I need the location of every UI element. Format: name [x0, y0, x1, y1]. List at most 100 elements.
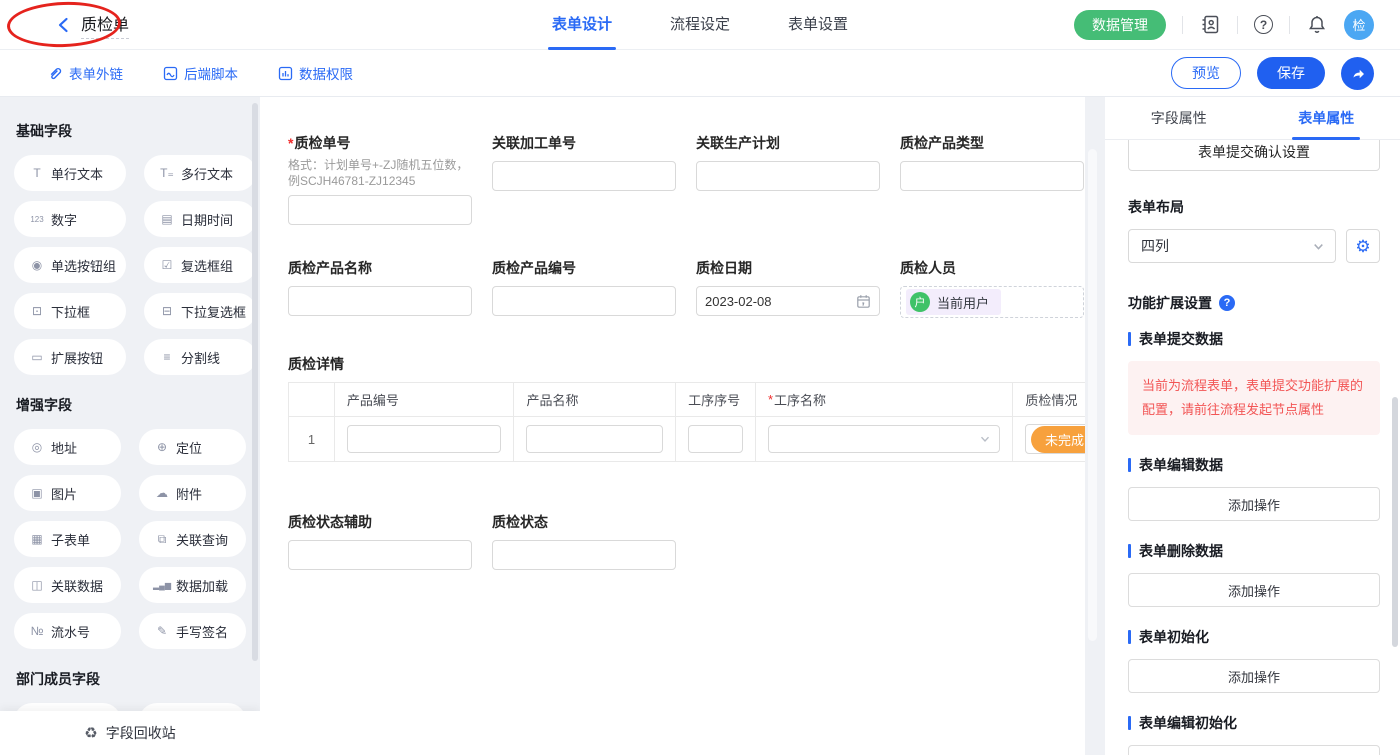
add-operation-button[interactable]: 添加操作	[1128, 573, 1380, 607]
inspect-status-cell[interactable]: 未完成	[1025, 424, 1085, 454]
field-item-single-line-text[interactable]: T单行文本	[14, 155, 126, 191]
column-header-product-no: 产品编号	[335, 383, 515, 417]
product-no-input[interactable]	[492, 286, 676, 316]
field-inspect-detail-subform[interactable]: 质检详情 产品编号 产品名称 工序序号 *工序名称 质检情况 1	[288, 354, 1085, 462]
properties-panel: 字段属性 表单属性 表单提交确认设置 表单布局 四列 ⚙	[1105, 97, 1400, 755]
serial-number-icon: №	[28, 624, 46, 638]
user-avatar[interactable]: 检	[1344, 10, 1374, 40]
help-icon[interactable]: ?	[1254, 15, 1273, 34]
field-item-address[interactable]: ◎地址	[14, 429, 121, 465]
field-item-attachment[interactable]: ☁附件	[139, 475, 246, 511]
field-process-order[interactable]: 关联加工单号	[492, 133, 676, 225]
field-item-datetime[interactable]: ▤日期时间	[144, 201, 256, 237]
tab-form-design[interactable]: 表单设计	[552, 0, 612, 50]
section-marker	[1128, 332, 1131, 346]
inspect-no-input[interactable]	[288, 195, 472, 225]
field-status[interactable]: 质检状态	[492, 512, 676, 570]
field-item-number[interactable]: 123数字	[14, 201, 126, 237]
field-product-name[interactable]: 质检产品名称	[288, 258, 472, 318]
section-form-init: 表单初始化 添加操作	[1128, 627, 1380, 693]
layout-settings-button[interactable]: ⚙	[1346, 229, 1380, 263]
contacts-book-icon[interactable]	[1199, 14, 1221, 36]
image-icon: ▣	[28, 486, 46, 500]
field-product-type[interactable]: 质检产品类型	[900, 133, 1084, 225]
field-production-plan[interactable]: 关联生产计划	[696, 133, 880, 225]
product-name-input[interactable]	[288, 286, 472, 316]
help-badge-icon[interactable]: ?	[1219, 295, 1235, 311]
production-plan-input[interactable]	[696, 161, 880, 191]
share-button[interactable]	[1341, 57, 1374, 90]
backend-script-link[interactable]: 后端脚本	[163, 63, 238, 83]
status-aux-input[interactable]	[288, 540, 472, 570]
data-permission-link[interactable]: 数据权限	[278, 63, 353, 83]
process-seq-cell-input[interactable]	[688, 425, 743, 453]
field-status-aux[interactable]: 质检状态辅助	[288, 512, 472, 570]
field-item-geolocation[interactable]: ⊕定位	[139, 429, 246, 465]
tab-form-properties[interactable]: 表单属性	[1298, 97, 1354, 140]
field-item-extend-button[interactable]: ▭扩展按钮	[14, 339, 126, 375]
product-type-input[interactable]	[900, 161, 1084, 191]
layout-select[interactable]: 四列	[1128, 229, 1336, 263]
flow-form-warning: 当前为流程表单，表单提交功能扩展的配置，请前往流程发起节点属性	[1128, 361, 1380, 435]
data-manage-button[interactable]: 数据管理	[1074, 10, 1166, 40]
field-item-checkbox-group[interactable]: ☑复选框组	[144, 247, 256, 283]
process-order-input[interactable]	[492, 161, 676, 191]
field-item-data-load[interactable]: ▂▄▆数据加载	[139, 567, 246, 603]
column-header-process-name: *工序名称	[756, 383, 1013, 417]
status-input[interactable]	[492, 540, 676, 570]
field-library-sidebar: 基础字段 T单行文本 T₌多行文本 123数字 ▤日期时间 ◉单选按钮组 ☑复选…	[0, 97, 260, 755]
field-item-multi-dropdown[interactable]: ⊟下拉复选框	[144, 293, 256, 329]
submit-confirm-settings-button[interactable]: 表单提交确认设置	[1128, 140, 1380, 171]
tab-form-setting[interactable]: 表单设置	[788, 0, 848, 50]
field-item-serial-number[interactable]: №流水号	[14, 613, 121, 649]
field-item-linked-query[interactable]: ⧉关联查询	[139, 521, 246, 557]
inspect-date-input[interactable]: 2023-02-08	[696, 286, 880, 316]
field-item-dropdown[interactable]: ⊡下拉框	[14, 293, 126, 329]
user-tag-avatar: 户	[910, 292, 930, 312]
app-header: 质检单 表单设计 流程设定 表单设置 数据管理 ?	[0, 0, 1400, 50]
back-button[interactable]: 质检单	[56, 11, 129, 39]
section-form-delete-data: 表单删除数据 添加操作	[1128, 541, 1380, 607]
field-inspect-no[interactable]: *质检单号 格式：计划单号+-ZJ随机五位数，例SCJH46781-ZJ1234…	[288, 133, 472, 225]
pen-icon: ✎	[153, 624, 171, 638]
section-form-edit-data: 表单编辑数据 添加操作	[1128, 455, 1380, 521]
sidebar-scrollbar[interactable]	[252, 103, 258, 661]
field-recycle-bin[interactable]: ♻ 字段回收站	[0, 711, 260, 755]
row-index: 1	[289, 417, 335, 461]
tab-flow-setting[interactable]: 流程设定	[670, 0, 730, 50]
extension-settings-title: 功能扩展设置 ?	[1128, 293, 1380, 313]
multi-dropdown-icon: ⊟	[158, 304, 176, 318]
share-arrow-icon	[1350, 65, 1366, 81]
field-item-signature[interactable]: ✎手写签名	[139, 613, 246, 649]
field-inspect-date[interactable]: 质检日期 2023-02-08	[696, 258, 880, 318]
field-item-divider[interactable]: ≡分割线	[144, 339, 256, 375]
field-item-linked-data[interactable]: ◫关联数据	[14, 567, 121, 603]
add-operation-button[interactable]: 添加操作	[1128, 487, 1380, 521]
divider	[1289, 16, 1290, 34]
preview-button[interactable]: 预览	[1171, 57, 1241, 89]
add-operation-button[interactable]: 添加操作	[1128, 745, 1380, 755]
section-marker	[1128, 544, 1131, 558]
section-marker	[1128, 630, 1131, 644]
form-external-link[interactable]: 表单外链	[48, 63, 123, 83]
secondary-toolbar: 表单外链 后端脚本 数据权限 预览 保存	[0, 50, 1400, 97]
section-marker	[1128, 458, 1131, 472]
product-name-cell-input[interactable]	[526, 425, 663, 453]
notifications-bell-icon[interactable]	[1306, 14, 1328, 36]
panel-scrollbar[interactable]	[1392, 397, 1398, 647]
add-operation-button[interactable]: 添加操作	[1128, 659, 1380, 693]
subform-row: 1	[289, 417, 1085, 461]
field-product-no[interactable]: 质检产品编号	[492, 258, 676, 318]
field-item-image[interactable]: ▣图片	[14, 475, 121, 511]
product-no-cell-input[interactable]	[347, 425, 502, 453]
column-header-product-name: 产品名称	[514, 383, 676, 417]
save-button[interactable]: 保存	[1257, 57, 1325, 89]
canvas-scrollbar[interactable]	[1088, 149, 1097, 641]
process-name-select[interactable]	[768, 425, 1000, 453]
inspector-input[interactable]: 户 当前用户	[900, 286, 1084, 318]
field-item-multi-line-text[interactable]: T₌多行文本	[144, 155, 256, 191]
field-item-subform[interactable]: ▦子表单	[14, 521, 121, 557]
field-item-radio-group[interactable]: ◉单选按钮组	[14, 247, 126, 283]
field-inspector[interactable]: 质检人员 户 当前用户	[900, 258, 1084, 318]
tab-field-properties[interactable]: 字段属性	[1151, 97, 1207, 140]
